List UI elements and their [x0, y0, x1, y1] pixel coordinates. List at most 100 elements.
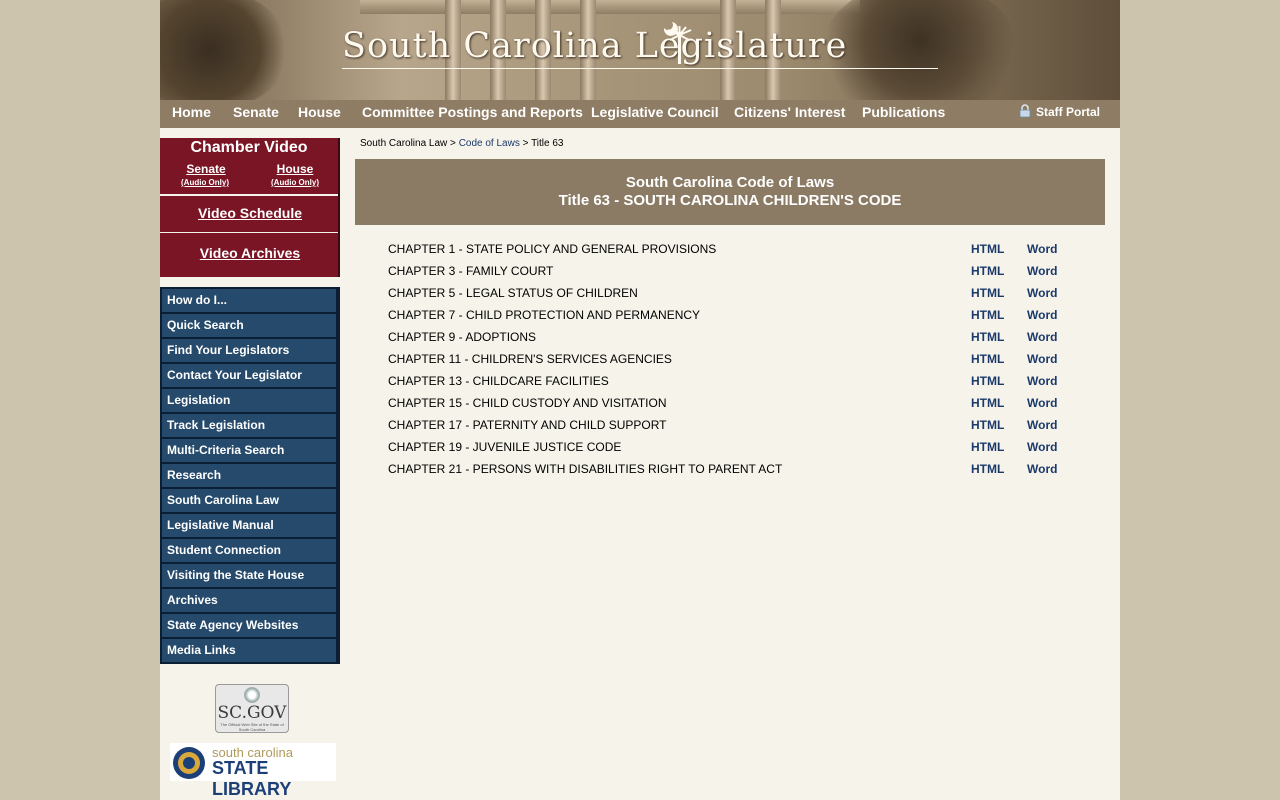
- senate-video-link[interactable]: Senate: [182, 162, 230, 176]
- staff-portal-label: Staff Portal: [1036, 105, 1101, 119]
- breadcrumb: South Carolina Law > Code of Laws > Titl…: [360, 138, 563, 149]
- menu-item-archives[interactable]: Archives: [162, 589, 336, 612]
- breadcrumb-separator: >: [519, 138, 532, 149]
- chapter-title: CHAPTER 1 - STATE POLICY AND GENERAL PRO…: [388, 242, 717, 256]
- side-menu: How do I... Quick Search Find Your Legis…: [160, 287, 340, 664]
- chapter-html-link[interactable]: HTML: [971, 286, 1004, 300]
- scgov-logo[interactable]: SC.GOV The Official Web Site of the Stat…: [215, 684, 289, 733]
- chapter-row: CHAPTER 21 - PERSONS WITH DISABILITIES R…: [388, 459, 1088, 481]
- chapter-title: CHAPTER 7 - CHILD PROTECTION AND PERMANE…: [388, 308, 701, 322]
- chapter-html-link[interactable]: HTML: [971, 330, 1004, 344]
- chapter-row: CHAPTER 17 - PATERNITY AND CHILD SUPPORT…: [388, 415, 1088, 437]
- panel-border: [338, 138, 340, 277]
- divider: [160, 194, 340, 196]
- menu-item-visiting-state-house[interactable]: Visiting the State House: [162, 564, 336, 587]
- chapter-word-link[interactable]: Word: [1027, 308, 1057, 322]
- chapter-word-link[interactable]: Word: [1027, 352, 1057, 366]
- chapter-word-link[interactable]: Word: [1027, 440, 1057, 454]
- chapter-html-link[interactable]: HTML: [971, 374, 1004, 388]
- chapter-word-link[interactable]: Word: [1027, 286, 1057, 300]
- nav-senate[interactable]: Senate: [233, 100, 279, 128]
- chapter-html-link[interactable]: HTML: [971, 418, 1004, 432]
- menu-item-legislative-manual[interactable]: Legislative Manual: [162, 514, 336, 537]
- chapter-title: CHAPTER 19 - JUVENILE JUSTICE CODE: [388, 440, 622, 454]
- menu-item-research[interactable]: Research: [162, 464, 336, 487]
- chapter-html-link[interactable]: HTML: [971, 308, 1004, 322]
- chapter-title: CHAPTER 9 - ADOPTIONS: [388, 330, 537, 344]
- page-title: South Carolina Code of Laws: [625, 174, 835, 191]
- top-nav: Home Senate House Committee Postings and…: [160, 100, 1120, 128]
- chapter-html-link[interactable]: HTML: [971, 352, 1004, 366]
- site-title-underline: [342, 68, 938, 69]
- nav-home[interactable]: Home: [172, 100, 211, 128]
- chapter-word-link[interactable]: Word: [1027, 264, 1057, 278]
- chapter-title: CHAPTER 5 - LEGAL STATUS OF CHILDREN: [388, 286, 638, 300]
- menu-item-how-do-i[interactable]: How do I...: [162, 289, 336, 312]
- state-library-emblem-icon: [173, 747, 205, 779]
- video-schedule-link[interactable]: Video Schedule: [160, 205, 340, 221]
- menu-item-student-connection[interactable]: Student Connection: [162, 539, 336, 562]
- chapter-word-link[interactable]: Word: [1027, 462, 1057, 476]
- nav-house[interactable]: House: [298, 100, 341, 128]
- site-title[interactable]: South Carolina Legislature: [342, 26, 942, 69]
- menu-item-multi-criteria-search[interactable]: Multi-Criteria Search: [162, 439, 336, 462]
- menu-item-media-links[interactable]: Media Links: [162, 639, 336, 662]
- menu-item-contact-legislator[interactable]: Contact Your Legislator: [162, 364, 336, 387]
- scgov-seal-icon: [244, 687, 260, 703]
- chapter-word-link[interactable]: Word: [1027, 374, 1057, 388]
- chapter-title: CHAPTER 3 - FAMILY COURT: [388, 264, 554, 278]
- chapter-row: CHAPTER 1 - STATE POLICY AND GENERAL PRO…: [388, 239, 1088, 261]
- chapter-html-link[interactable]: HTML: [971, 440, 1004, 454]
- chapter-row: CHAPTER 7 - CHILD PROTECTION AND PERMANE…: [388, 305, 1088, 327]
- house-audio-only-link[interactable]: (Audio Only): [264, 178, 326, 187]
- menu-item-south-carolina-law[interactable]: South Carolina Law: [162, 489, 336, 512]
- page: South Carolina Legislature Home Senate H…: [160, 0, 1120, 800]
- nav-committee-postings[interactable]: Committee Postings and Reports: [362, 100, 583, 128]
- breadcrumb-code-of-laws[interactable]: Code of Laws: [459, 138, 520, 149]
- site-banner: South Carolina Legislature: [160, 0, 1120, 100]
- site-title-text: South Carolina Legislature: [342, 26, 848, 66]
- chapter-html-link[interactable]: HTML: [971, 242, 1004, 256]
- menu-item-quick-search[interactable]: Quick Search: [162, 314, 336, 337]
- breadcrumb-root[interactable]: South Carolina Law: [360, 138, 447, 149]
- menu-item-track-legislation[interactable]: Track Legislation: [162, 414, 336, 437]
- chapter-html-link[interactable]: HTML: [971, 396, 1004, 410]
- menu-item-find-legislators[interactable]: Find Your Legislators: [162, 339, 336, 362]
- chapter-word-link[interactable]: Word: [1027, 418, 1057, 432]
- chapter-row: CHAPTER 19 - JUVENILE JUSTICE CODE HTML …: [388, 437, 1088, 459]
- staff-portal-link[interactable]: Staff Portal: [1018, 100, 1100, 128]
- banner-cornice: [360, 0, 860, 14]
- chapter-word-link[interactable]: Word: [1027, 330, 1057, 344]
- chamber-video-title: Chamber Video: [190, 139, 308, 156]
- breadcrumb-separator: >: [447, 138, 459, 149]
- page-subtitle: Title 63 - SOUTH CAROLINA CHILDREN'S COD…: [558, 192, 902, 209]
- chapter-row: CHAPTER 9 - ADOPTIONS HTML Word: [388, 327, 1088, 349]
- senate-audio-only-link[interactable]: (Audio Only): [174, 178, 236, 187]
- chapter-row: CHAPTER 15 - CHILD CUSTODY AND VISITATIO…: [388, 393, 1088, 415]
- chapter-title: CHAPTER 15 - CHILD CUSTODY AND VISITATIO…: [388, 396, 667, 410]
- nav-legislative-council[interactable]: Legislative Council: [591, 100, 719, 128]
- scgov-logo-tagline: The Official Web Site of the State of So…: [220, 722, 284, 732]
- menu-item-state-agency-websites[interactable]: State Agency Websites: [162, 614, 336, 637]
- chapter-row: CHAPTER 3 - FAMILY COURT HTML Word: [388, 261, 1088, 283]
- menu-item-legislation[interactable]: Legislation: [162, 389, 336, 412]
- scgov-logo-text: SC.GOV: [217, 703, 287, 723]
- chapter-html-link[interactable]: HTML: [971, 264, 1004, 278]
- video-archives-link[interactable]: Video Archives: [160, 245, 340, 261]
- nav-citizens-interest[interactable]: Citizens' Interest: [734, 100, 845, 128]
- lock-icon: [1019, 104, 1031, 118]
- divider: [160, 232, 340, 233]
- chapter-row: CHAPTER 5 - LEGAL STATUS OF CHILDREN HTM…: [388, 283, 1088, 305]
- palmetto-moon-icon: [663, 22, 692, 64]
- chapter-title: CHAPTER 21 - PERSONS WITH DISABILITIES R…: [388, 462, 783, 476]
- breadcrumb-current: Title 63: [531, 138, 564, 149]
- state-library-line2: STATE LIBRARY: [212, 758, 292, 799]
- chapter-word-link[interactable]: Word: [1027, 396, 1057, 410]
- chapter-row: CHAPTER 11 - CHILDREN'S SERVICES AGENCIE…: [388, 349, 1088, 371]
- chapter-html-link[interactable]: HTML: [971, 462, 1004, 476]
- chamber-video-panel: Chamber Video Senate (Audio Only) House …: [160, 138, 340, 277]
- nav-publications[interactable]: Publications: [862, 100, 945, 128]
- chapter-word-link[interactable]: Word: [1027, 242, 1057, 256]
- state-library-logo[interactable]: south carolina STATE LIBRARY: [170, 743, 336, 799]
- house-video-link[interactable]: House: [270, 162, 320, 176]
